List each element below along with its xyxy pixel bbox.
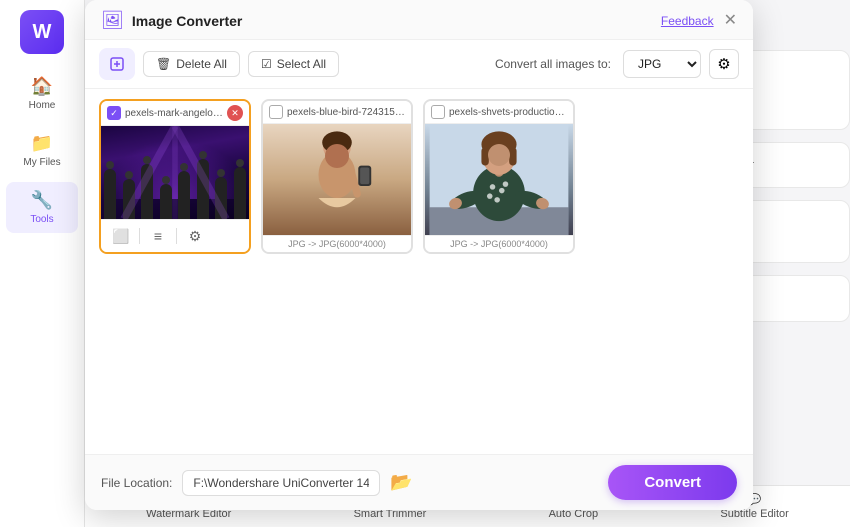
action-separator: [139, 228, 140, 244]
add-icon: [106, 53, 128, 75]
image-card-0-actions: ⬜ ≡ ⚙: [101, 219, 249, 252]
image-card-1-info: JPG -> JPG(6000*4000): [263, 235, 411, 252]
dialog-titlebar: 🖼 Image Converter Feedback ✕: [85, 0, 753, 40]
add-image-button[interactable]: [99, 48, 135, 80]
dialog-icon: 🖼: [101, 10, 124, 31]
sidebar-item-home-label: Home: [29, 100, 56, 111]
convert-all-label: Convert all images to:: [495, 57, 611, 71]
image-card-1-checkbox[interactable]: [269, 105, 283, 119]
sidebar-item-myfiles-label: My Files: [23, 157, 60, 168]
folder-open-icon: 📂: [390, 472, 412, 492]
dialog-close-button[interactable]: ✕: [724, 13, 737, 29]
delete-all-label: Delete All: [176, 57, 227, 71]
dialog-titlebar-right: Feedback ✕: [661, 13, 737, 29]
concert-thumbnail: [101, 126, 249, 219]
action-separator-2: [176, 228, 177, 244]
image-card-1-filename: pexels-blue-bird-7243156...: [287, 107, 405, 118]
sidebar-item-tools-label: Tools: [30, 214, 53, 225]
image-card-2: pexels-shvets-production-...: [423, 99, 575, 254]
phone-woman-thumbnail: [263, 124, 411, 235]
select-all-label: Select All: [277, 57, 326, 71]
format-select[interactable]: JPG PNG BMP WEBP GIF TIFF: [623, 50, 701, 78]
home-icon: 🏠: [31, 76, 53, 97]
image-card-0-header: pexels-mark-angelo-sam... ✕: [101, 101, 249, 126]
file-path-input[interactable]: [182, 470, 380, 496]
sidebar: W 🏠 Home 📁 My Files 🔧 Tools: [0, 0, 85, 527]
delete-icon: 🗑: [156, 57, 171, 71]
image-card-0: pexels-mark-angelo-sam... ✕: [99, 99, 251, 254]
convert-button[interactable]: Convert: [608, 465, 737, 500]
image-card-1: pexels-blue-bird-7243156...: [261, 99, 413, 254]
image-card-1-header: pexels-blue-bird-7243156...: [263, 101, 411, 124]
presenter-silhouette: [425, 124, 573, 235]
sidebar-item-myfiles[interactable]: 📁 My Files: [6, 125, 78, 176]
delete-all-button[interactable]: 🗑 Delete All: [143, 51, 240, 77]
format-settings-button[interactable]: ⚙: [709, 49, 739, 79]
dialog-title: Image Converter: [132, 13, 242, 29]
image-card-2-header: pexels-shvets-production-...: [425, 101, 573, 124]
app-logo: W: [20, 10, 64, 54]
woman-silhouette: [263, 124, 411, 235]
image-converter-dialog: 🖼 Image Converter Feedback ✕ 🗑 Delete Al…: [85, 0, 753, 510]
sidebar-item-home[interactable]: 🏠 Home: [6, 68, 78, 119]
crop-button[interactable]: ⬜: [109, 224, 133, 248]
select-all-button[interactable]: ☑ Select All: [248, 51, 339, 77]
image-card-2-checkbox[interactable]: [431, 105, 445, 119]
settings-icon: ⚙: [717, 55, 730, 73]
image-card-0-close[interactable]: ✕: [227, 105, 243, 121]
image-card-0-thumb: [101, 126, 249, 219]
presenter-thumbnail: [425, 124, 573, 235]
image-card-2-filename: pexels-shvets-production-...: [449, 107, 567, 118]
file-location-label: File Location:: [101, 476, 172, 490]
image-card-0-checkbox[interactable]: [107, 106, 121, 120]
folder-icon: 📁: [31, 133, 53, 154]
browse-folder-button[interactable]: 📂: [390, 472, 412, 493]
card-settings-button[interactable]: ⚙: [183, 224, 207, 248]
light-beams: [101, 126, 249, 219]
image-card-1-thumb: [263, 124, 411, 235]
dialog-footer: File Location: 📂 Convert: [85, 454, 753, 510]
image-card-2-info: JPG -> JPG(6000*4000): [425, 235, 573, 252]
image-card-2-thumb: [425, 124, 573, 235]
image-card-0-filename: pexels-mark-angelo-sam...: [125, 108, 223, 119]
tools-icon: 🔧: [31, 190, 53, 211]
feedback-link[interactable]: Feedback: [661, 14, 714, 28]
image-grid: pexels-mark-angelo-sam... ✕: [85, 89, 753, 454]
sidebar-item-tools[interactable]: 🔧 Tools: [6, 182, 78, 233]
menu-button[interactable]: ≡: [146, 224, 170, 248]
dialog-toolbar: 🗑 Delete All ☑ Select All Convert all im…: [85, 40, 753, 89]
select-icon: ☑: [261, 57, 272, 71]
